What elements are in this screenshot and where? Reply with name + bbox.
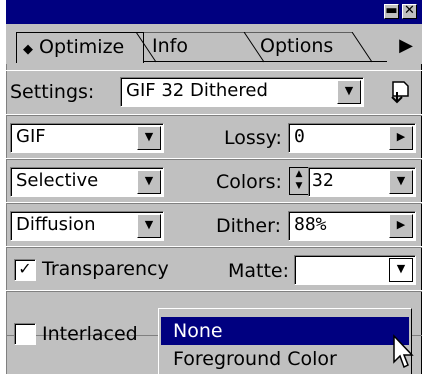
tab-row: ◆ Optimize Info Options ▶ xyxy=(6,24,422,64)
chevron-right-icon[interactable]: ▶ xyxy=(389,126,413,150)
tab-optimize[interactable]: ◆ Optimize xyxy=(16,32,144,63)
lossy-field[interactable]: 0 ▶ xyxy=(288,123,416,153)
palette-row: Selective ▼ Colors: ▲ ▼ 32 ▼ xyxy=(6,158,422,204)
settings-row: Settings: GIF 32 Dithered ▼ xyxy=(6,70,422,116)
chevron-down-icon[interactable]: ▼ xyxy=(137,214,161,238)
palette-select[interactable]: Selective ▼ xyxy=(10,167,164,197)
lossy-label: Lossy: xyxy=(224,127,282,149)
dither-field[interactable]: 88% ▶ xyxy=(288,211,416,241)
matte-label: Matte: xyxy=(228,260,290,282)
dither-row: Diffusion ▼ Dither: 88% ▶ xyxy=(6,202,422,248)
menu-item-foreground-color[interactable]: Foreground Color xyxy=(161,345,409,373)
minimize-button[interactable]: ▬ xyxy=(384,4,399,19)
mouse-pointer-icon xyxy=(393,334,414,369)
chevron-down-icon[interactable]: ▼ xyxy=(137,126,161,150)
transparency-checkbox[interactable]: ✓ xyxy=(14,259,36,281)
updown-icon: ◆ xyxy=(23,42,33,57)
tab-options-label: Options xyxy=(260,35,334,57)
interlaced-checkbox[interactable] xyxy=(14,323,36,345)
tab-info-label: Info xyxy=(152,35,188,57)
chevron-right-icon[interactable]: ▶ xyxy=(389,214,413,238)
settings-select[interactable]: GIF 32 Dithered ▼ xyxy=(120,77,364,107)
settings-value: GIF 32 Dithered xyxy=(126,80,268,101)
matte-select[interactable]: ▼ xyxy=(294,255,416,285)
colors-value: 32 xyxy=(312,170,334,191)
format-select[interactable]: GIF ▼ xyxy=(10,123,164,153)
chevron-down-icon[interactable]: ▼ xyxy=(337,80,361,104)
format-row: GIF ▼ Lossy: 0 ▶ xyxy=(6,114,422,160)
menu-item-none[interactable]: None xyxy=(161,317,409,345)
palette-menu-arrow-icon[interactable]: ▶ xyxy=(394,34,418,58)
optimize-menu-icon[interactable] xyxy=(386,78,414,106)
chevron-down-icon[interactable]: ▼ xyxy=(389,258,413,282)
close-button[interactable]: ✕ xyxy=(402,4,417,19)
colors-field[interactable]: 32 ▼ xyxy=(308,167,416,197)
tab-optimize-label: Optimize xyxy=(39,36,125,58)
palette-value: Selective xyxy=(16,170,99,191)
matte-dropdown-menu: None Foreground Color xyxy=(158,308,412,374)
palette-title-bar[interactable] xyxy=(6,0,422,24)
colors-stepper[interactable]: ▲ ▼ xyxy=(289,167,309,195)
transparency-label: Transparency xyxy=(42,258,169,280)
tab-info[interactable]: Info xyxy=(152,32,188,62)
settings-label: Settings: xyxy=(10,81,95,103)
dither-value: 88% xyxy=(294,214,327,235)
dither-label: Dither: xyxy=(216,215,281,237)
chevron-down-icon[interactable]: ▼ xyxy=(389,170,413,194)
interlaced-label: Interlaced xyxy=(42,323,138,345)
lossy-value: 0 xyxy=(294,126,305,147)
tab-options[interactable]: Options xyxy=(260,32,333,62)
dither-method-select[interactable]: Diffusion ▼ xyxy=(10,211,164,241)
transparency-row: ✓ Transparency Matte: ▼ xyxy=(6,246,422,292)
chevron-down-icon[interactable]: ▼ xyxy=(137,170,161,194)
dither-method-value: Diffusion xyxy=(16,214,96,235)
colors-label: Colors: xyxy=(216,171,282,193)
format-value: GIF xyxy=(16,126,46,147)
